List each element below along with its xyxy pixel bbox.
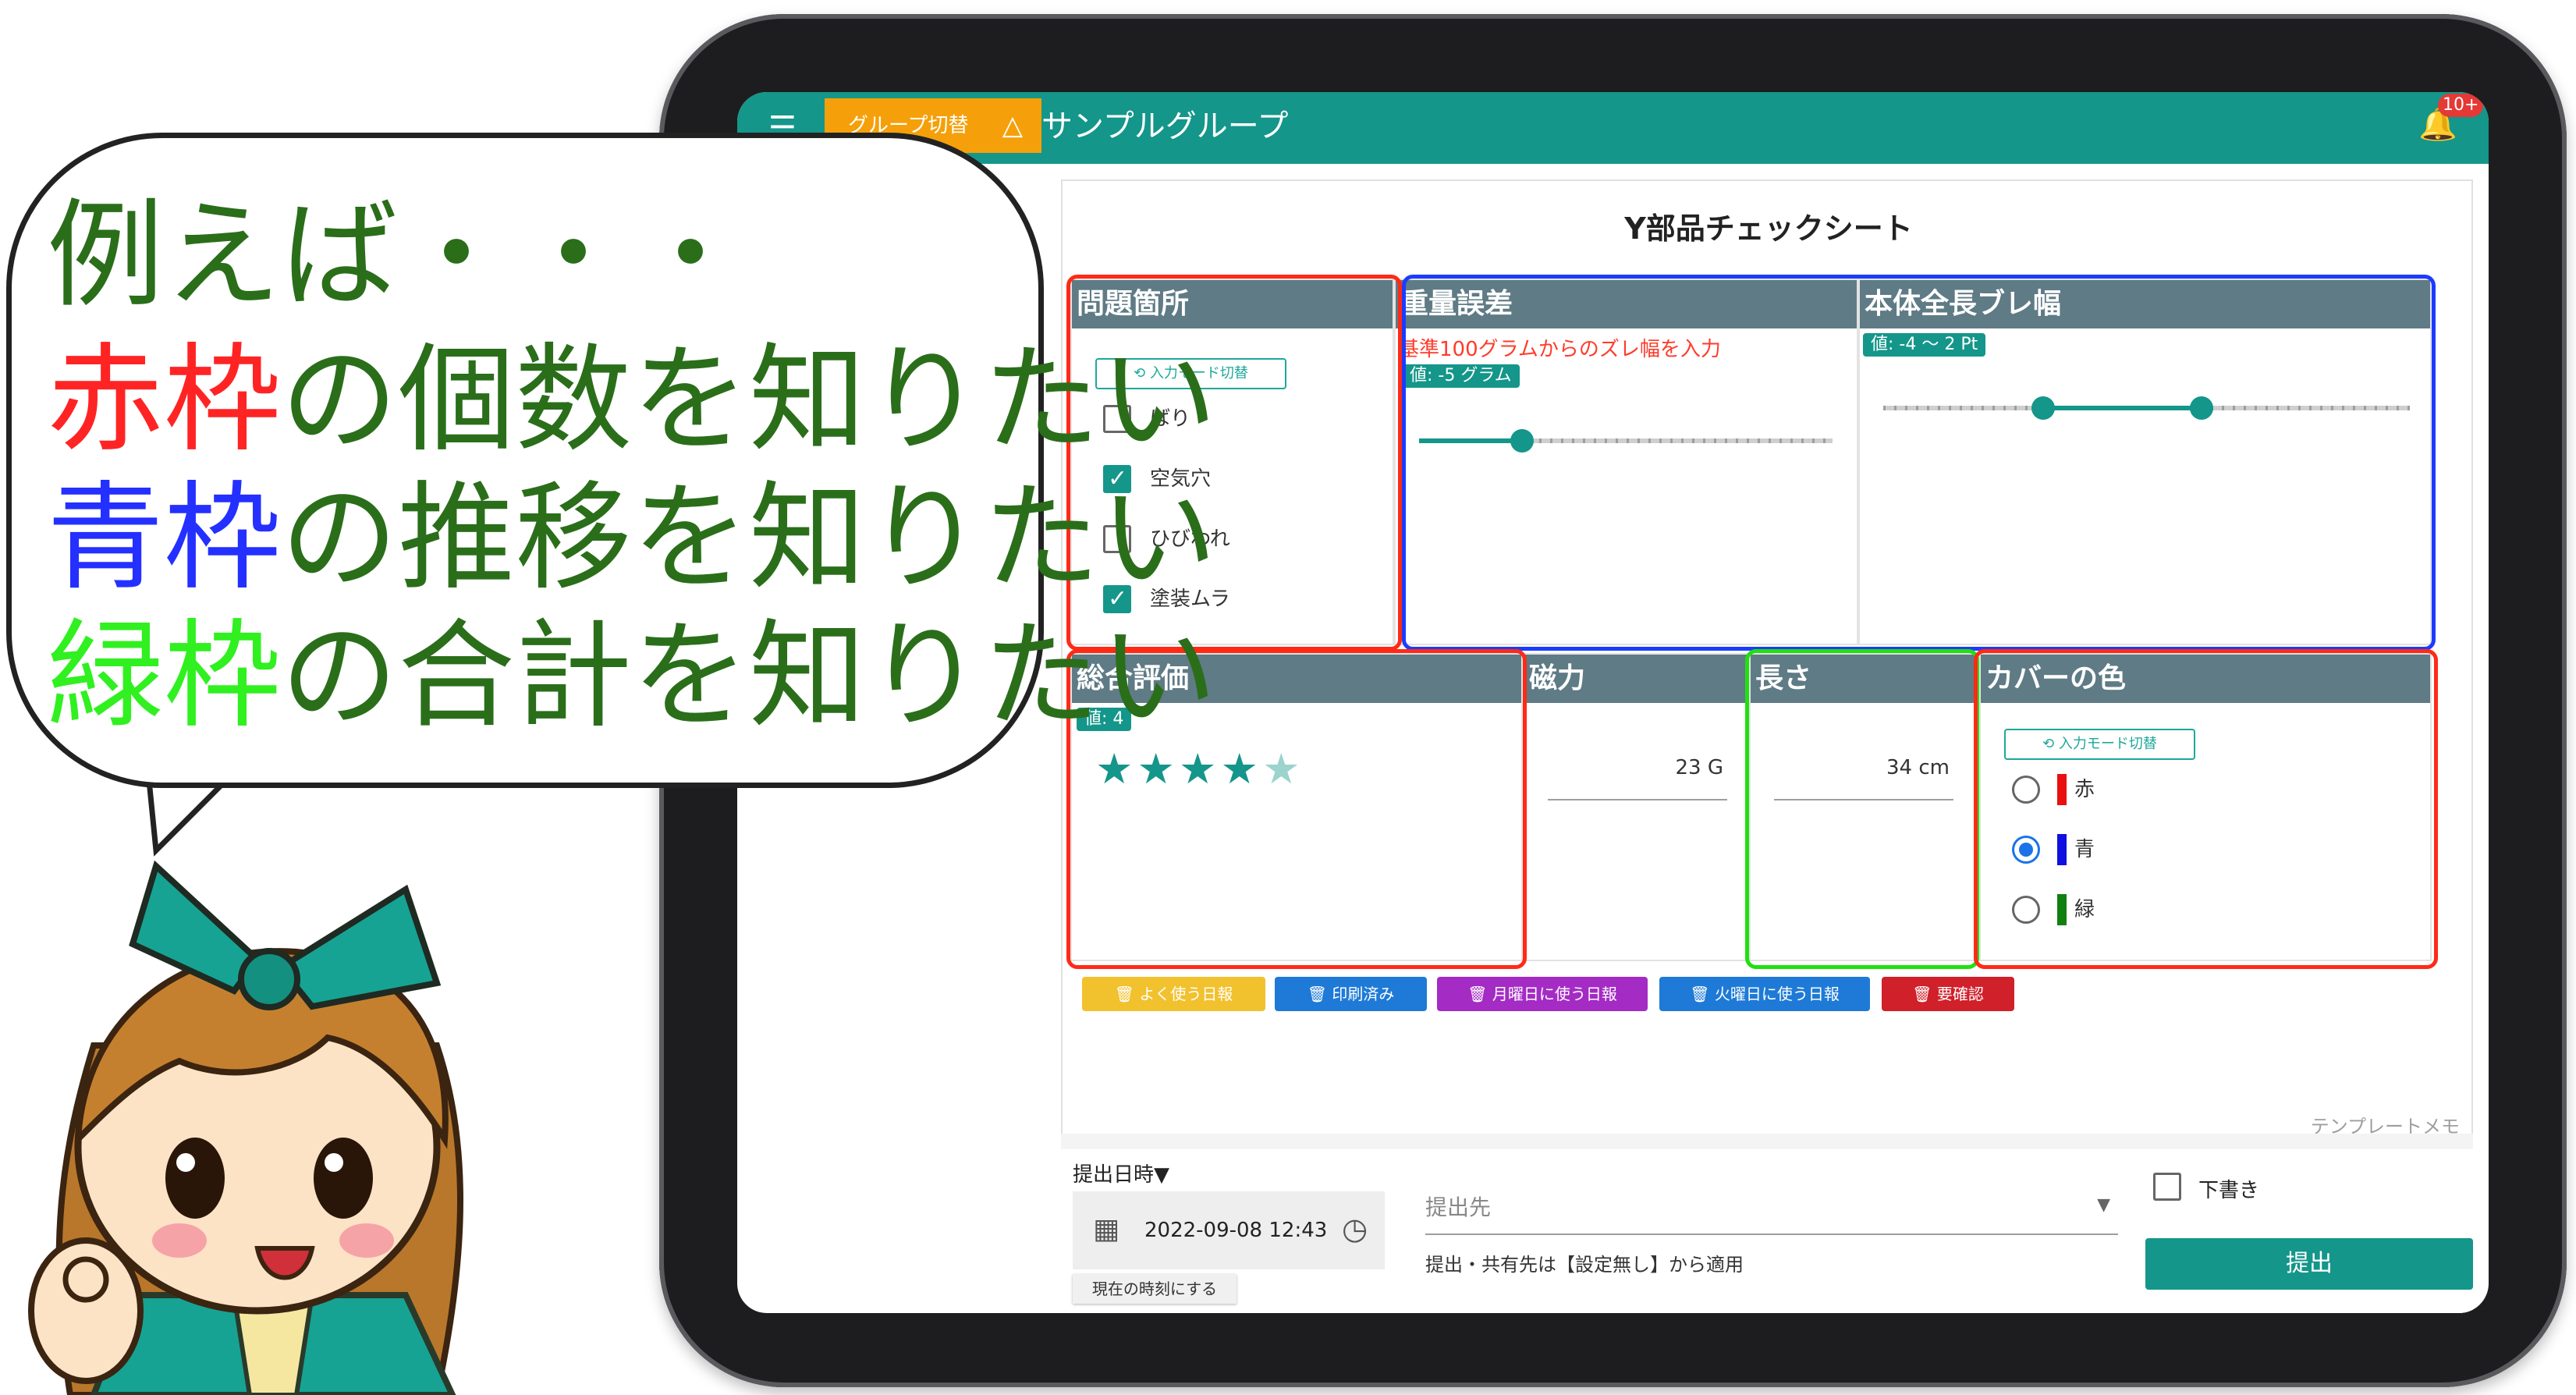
tag-frequent-report[interactable]: 🗑 よく使う日報 [1082, 977, 1265, 1011]
submit-button[interactable]: 提出 [2145, 1238, 2473, 1290]
bubble-line-2-text: の個数を知りたい [281, 332, 1218, 468]
green-frame-word: 緑枠 [47, 609, 282, 744]
magnetic-header: 磁力 [1524, 655, 1747, 703]
red-frame-cover-color [1974, 649, 2438, 969]
sheet-title: Y部品チェックシート [1624, 211, 1913, 246]
warning-triangle-icon: △ [1002, 110, 1023, 141]
chevron-down-icon[interactable]: ▼ [2097, 1195, 2110, 1215]
magnetic-value[interactable]: 23 G [1548, 756, 1724, 779]
bubble-line-3: 青枠の推移を知りたい [47, 468, 1217, 609]
destination-placeholder: 提出先 [1425, 1194, 1492, 1220]
destination-underline [1425, 1233, 2118, 1235]
destination-note: 提出・共有先は【設定無し】から適用 [1425, 1254, 1744, 1276]
green-frame-length [1745, 649, 1979, 969]
calendar-icon[interactable]: ▦ [1093, 1213, 1119, 1245]
bubble-line-4: 緑枠の合計を知りたい [47, 606, 1217, 747]
bubble-line-4-text: の合計を知りたい [281, 609, 1218, 744]
bubble-line-1: 例えば・・・ [47, 188, 750, 324]
datetime-value: 2022-09-08 12:43 [1144, 1219, 1328, 1242]
destination-select[interactable]: 提出先 ▼ [1425, 1184, 2118, 1235]
draft-label: 下書き [2198, 1179, 2260, 1202]
red-frame-word: 赤枠 [47, 332, 282, 468]
submit-datetime-label[interactable]: 提出日時▼ [1073, 1159, 1169, 1187]
footer-card: 提出日時▼ ▦ 2022-09-08 12:43 ◷ 現在の時刻にする 提出先 … [1061, 1149, 2473, 1313]
blue-frame-trend [1402, 275, 2436, 651]
tag-tuesday-report[interactable]: 🗑 火曜日に使う日報 [1659, 977, 1870, 1011]
set-now-button[interactable]: 現在の時刻にする [1073, 1274, 1237, 1304]
group-name: サンプルグループ [1041, 108, 1289, 144]
magnetic-input-underline [1548, 799, 1727, 800]
datetime-field[interactable]: ▦ 2022-09-08 12:43 ◷ [1073, 1191, 1385, 1269]
tag-printed[interactable]: 🗑 印刷済み [1275, 977, 1427, 1011]
draft-checkbox[interactable] [2153, 1173, 2181, 1201]
clock-icon[interactable]: ◷ [1342, 1212, 1368, 1246]
notification-badge: 10+ [2438, 94, 2484, 117]
check-sheet-panel: Y部品チェックシート 問題箇所 ⟲ 入力モード切替 ばり 空気穴 ひびわれ 塗装… [1061, 179, 2473, 1147]
bubble-line-3-text: の推移を知りたい [281, 470, 1218, 606]
bubble-line-2: 赤枠の個数を知りたい [47, 330, 1217, 470]
app-bar: ☰ グループ切替 △ サンプルグループ 🔔 10+ [737, 92, 2489, 164]
blue-frame-word: 青枠 [47, 470, 282, 606]
mascot-girl-illustration [28, 860, 463, 1395]
magnetic-cell: 磁力 23 G [1523, 653, 1749, 961]
submit-footer: 提出日時▼ ▦ 2022-09-08 12:43 ◷ 現在の時刻にする 提出先 … [1061, 1134, 2473, 1313]
tag-needs-check[interactable]: 🗑 要確認 [1882, 977, 2014, 1011]
tag-monday-report[interactable]: 🗑 月曜日に使う日報 [1437, 977, 1648, 1011]
